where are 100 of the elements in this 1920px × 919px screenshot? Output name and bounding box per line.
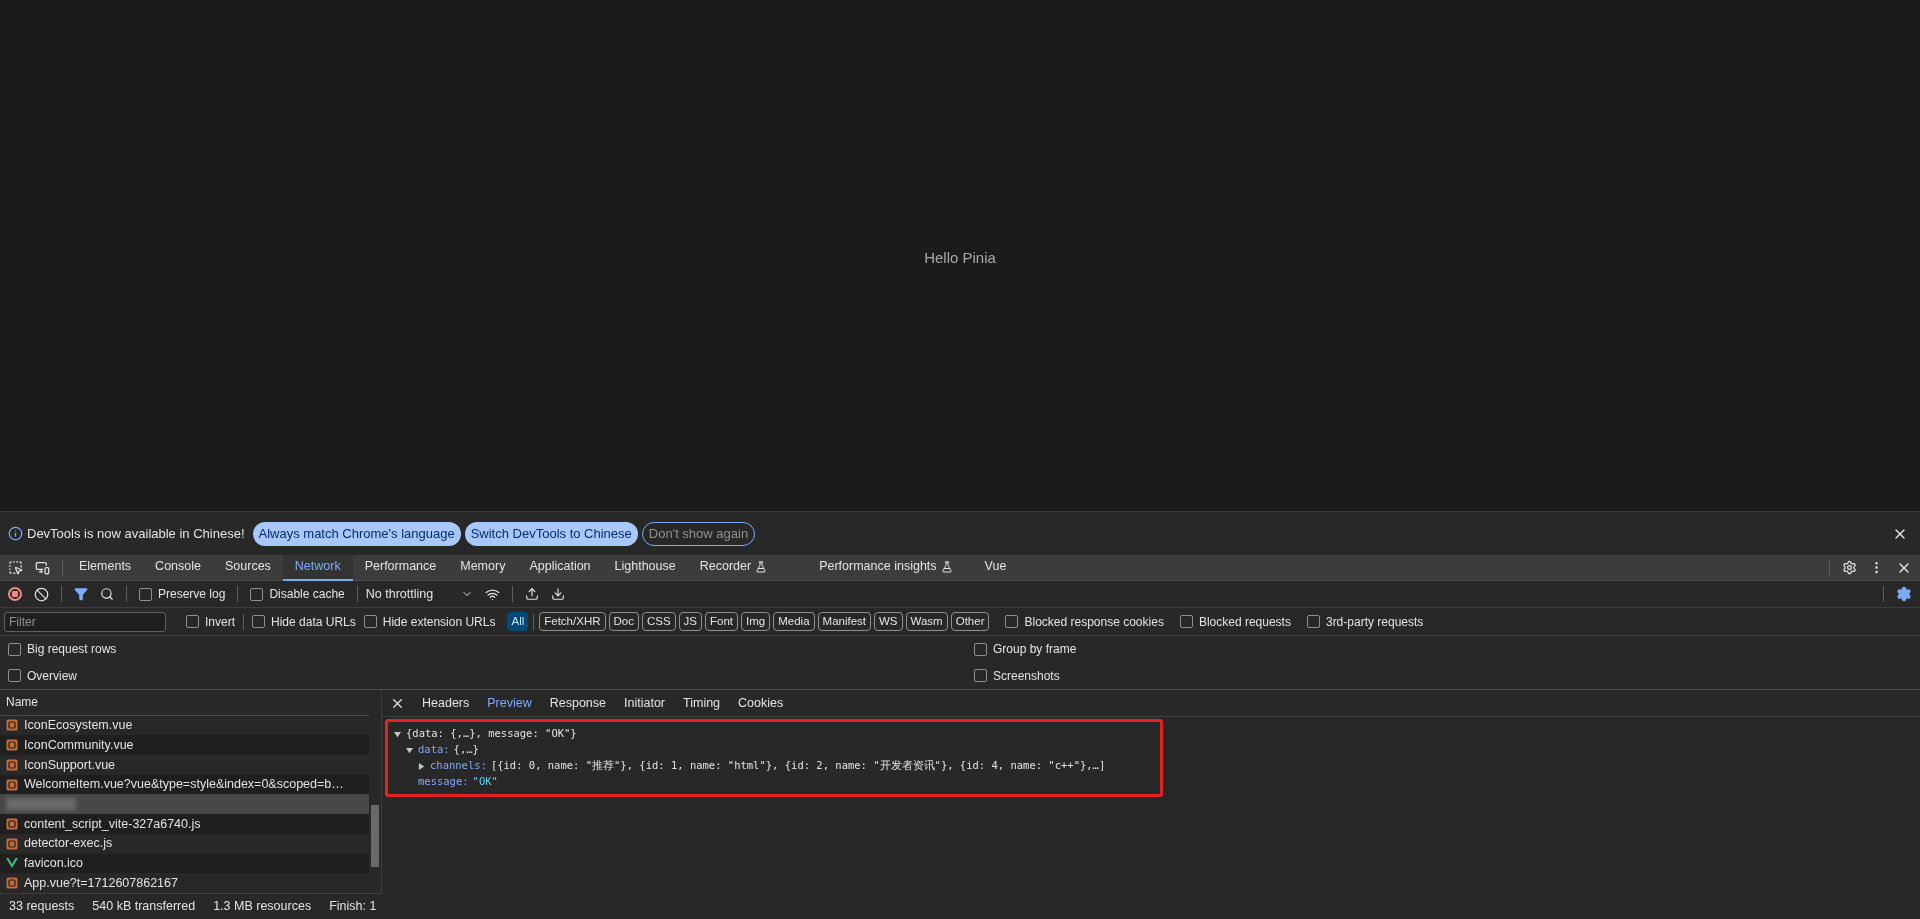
checkbox[interactable]	[186, 615, 199, 628]
request-row[interactable]: content_script_vite-327a6740.js	[0, 814, 369, 834]
request-name: IconSupport.vue	[24, 756, 116, 774]
request-row[interactable]: IconCommunity.vue	[0, 735, 369, 756]
detail-tab[interactable]: Preview	[478, 690, 541, 716]
page-text: Hello Pinia	[924, 248, 996, 268]
search-icon[interactable]	[100, 587, 114, 601]
devtools-tab[interactable]: Performance insights	[807, 554, 965, 581]
type-filter-chip[interactable]: Img	[741, 612, 771, 631]
checkbox-label: Disable cache	[269, 586, 345, 603]
status-text: 33 requests	[8, 898, 76, 916]
devtools-tab[interactable]: Performance	[352, 554, 449, 581]
type-filter-chip[interactable]: Manifest	[817, 612, 871, 631]
collapsed-triangle-icon[interactable]	[418, 762, 425, 770]
property-key: message:	[418, 774, 469, 790]
request-name: WelcomeItem.vue?vue&type=style&index=0&scoped=b…	[24, 776, 344, 794]
upload-icon[interactable]	[525, 587, 540, 601]
checkbox-label: Group by frame	[993, 641, 1077, 659]
script-file-icon	[6, 719, 18, 732]
blurred-row-content	[6, 798, 76, 811]
type-filter-chip[interactable]: Wasm	[905, 612, 948, 631]
info-icon	[8, 526, 23, 541]
devtools-tab[interactable]: Network	[282, 554, 353, 581]
checkbox[interactable]	[252, 615, 265, 628]
request-row[interactable]: WelcomeItem.vue?vue&type=style&index=0&scoped=b…	[0, 774, 369, 795]
devtools-tab[interactable]: Memory	[448, 554, 518, 581]
checkbox[interactable]	[8, 642, 21, 656]
checkbox-label: 3rd-party requests	[1325, 613, 1424, 631]
infobar-button[interactable]: Switch DevTools to Chinese	[464, 521, 638, 546]
property-value: {data: {,…}, message: "OK"}	[406, 726, 577, 742]
type-filter-chip[interactable]: Fetch/XHR	[539, 612, 606, 631]
checkbox[interactable]	[974, 642, 987, 656]
status-text: Finish: 1	[328, 898, 378, 916]
record-icon[interactable]	[8, 587, 22, 601]
request-row[interactable]: favicon.ico	[0, 853, 369, 874]
checkbox-label: Blocked requests	[1198, 613, 1291, 631]
type-filter-chip[interactable]: All	[507, 612, 529, 631]
devtools-tab[interactable]: Lighthouse	[602, 554, 688, 581]
request-name: IconEcosystem.vue	[24, 717, 133, 735]
detail-tab[interactable]: Cookies	[729, 690, 793, 716]
filter-field[interactable]: Filter	[4, 611, 166, 632]
script-file-icon	[6, 837, 18, 850]
flask-icon	[755, 560, 768, 573]
script-file-icon	[6, 739, 18, 752]
type-filter-chip[interactable]: Other	[950, 612, 990, 631]
script-file-icon	[6, 877, 18, 890]
script-file-icon	[6, 758, 18, 771]
property-key: channels:	[430, 758, 487, 774]
checkbox[interactable]	[1005, 615, 1019, 628]
devtools-tab[interactable]: Console	[143, 554, 213, 581]
request-name: favicon.ico	[24, 855, 84, 873]
status-text: 1.3 MB resources	[212, 898, 313, 916]
select-element-icon[interactable]	[8, 560, 23, 575]
checkbox-label: Big request rows	[27, 641, 117, 659]
detail-tab[interactable]: Headers	[413, 690, 479, 716]
checkbox-label: Preserve log	[158, 586, 226, 603]
checkbox-label: Screenshots	[993, 667, 1060, 685]
expanded-triangle-icon[interactable]	[406, 746, 413, 754]
devtools-tab[interactable]: Sources	[213, 554, 283, 581]
property-value: {,…}	[453, 742, 479, 758]
flask-icon	[940, 560, 953, 573]
request-name: content_script_vite-327a6740.js	[24, 815, 201, 833]
clear-icon[interactable]	[34, 586, 49, 602]
infobar-message: DevTools is now available in Chinese!	[27, 524, 245, 543]
property-value: [{id: 0, name: "推荐"}, {id: 1, name: "html"}, {id: 2, name: "开发者资讯"}, {id: 4, name: "c++"},…]	[490, 758, 1106, 774]
request-row[interactable]	[0, 794, 369, 815]
detail-tab[interactable]: Timing	[674, 690, 730, 716]
checkbox-label: Blocked response cookies	[1024, 613, 1164, 631]
checkbox[interactable]	[974, 669, 987, 683]
type-filter-chip[interactable]: CSS	[641, 612, 676, 631]
script-file-icon	[6, 818, 18, 830]
devtools-tab[interactable]: Application	[517, 554, 603, 581]
type-filter-chip[interactable]: WS	[874, 612, 903, 631]
device-toolbar-icon[interactable]	[35, 560, 50, 575]
checkbox[interactable]	[363, 615, 377, 628]
detail-tab[interactable]: Response	[540, 690, 615, 716]
infobar-button[interactable]: Always match Chrome's language	[252, 521, 461, 546]
v-logo-icon	[6, 857, 18, 869]
network-conditions-icon[interactable]	[485, 586, 501, 602]
filter-icon[interactable]	[74, 587, 88, 601]
checkbox[interactable]	[1179, 615, 1193, 628]
checkbox-label: Invert	[205, 613, 235, 631]
type-filter-chip[interactable]: Media	[773, 612, 815, 631]
throttling-dropdown[interactable]: No throttling	[365, 584, 474, 604]
download-icon[interactable]	[551, 587, 566, 601]
checkbox[interactable]	[1306, 615, 1320, 628]
type-filter-chip[interactable]: Font	[705, 612, 739, 631]
checkbox[interactable]	[139, 587, 152, 601]
type-filter-chip[interactable]: JS	[678, 612, 703, 631]
devtools-tab[interactable]: Vue	[972, 554, 1019, 581]
settings-icon[interactable]	[1896, 586, 1912, 602]
checkbox[interactable]	[250, 587, 264, 601]
property-value: "OK"	[472, 774, 498, 790]
type-filter-chip[interactable]: Doc	[608, 612, 639, 631]
checkbox[interactable]	[8, 669, 21, 683]
devtools-tab[interactable]: Elements	[67, 554, 144, 581]
request-name: App.vue?t=1712607862167	[24, 874, 178, 892]
devtools-tab[interactable]: Recorder	[687, 554, 780, 581]
detail-tab[interactable]: Initiator	[615, 690, 674, 716]
expanded-triangle-icon[interactable]	[394, 730, 401, 738]
